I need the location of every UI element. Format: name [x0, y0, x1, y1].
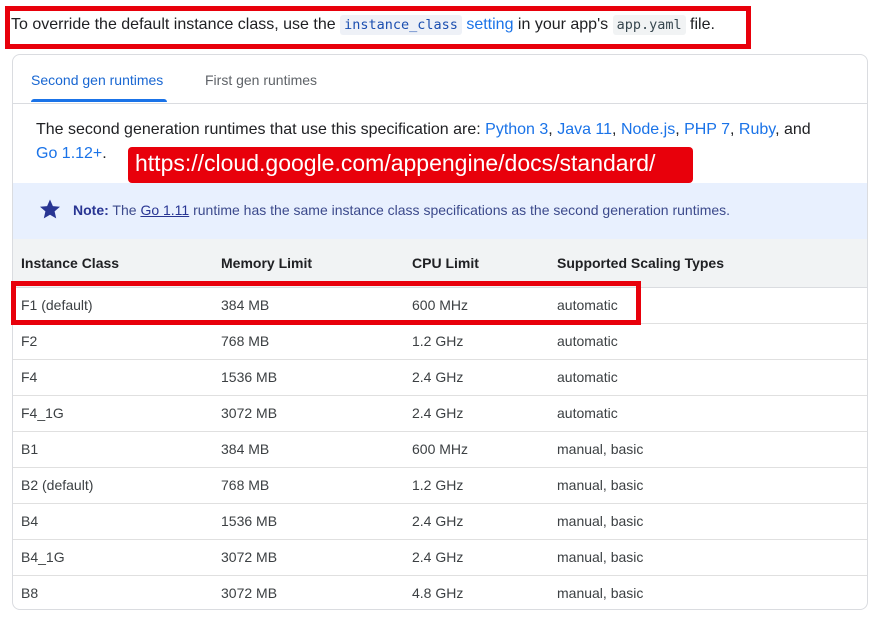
cell-memory-limit: 384 MB	[213, 431, 404, 468]
table-row: B1 384 MB 600 MHz manual, basic	[13, 431, 867, 468]
go-111-link[interactable]: Go 1.11	[140, 202, 189, 218]
table-body: F1 (default) 384 MB 600 MHz automatic F2 768 …	[13, 287, 867, 609]
table-row: F1 (default) 384 MB 600 MHz automatic	[13, 287, 867, 324]
table-header-row: Instance Class Memory Limit CPU Limit Su…	[13, 239, 867, 288]
header-instance-class: Instance Class	[13, 239, 213, 288]
tab-first-gen-runtimes[interactable]: First gen runtimes	[205, 55, 317, 103]
table-row: B4 1536 MB 2.4 GHz manual, basic	[13, 503, 867, 540]
table-row: B4_1G 3072 MB 2.4 GHz manual, basic	[13, 539, 867, 576]
table-row: B8 3072 MB 4.8 GHz manual, basic	[13, 575, 867, 609]
cell-instance-class: F4	[13, 359, 213, 396]
cell-cpu-limit: 2.4 GHz	[404, 395, 549, 432]
table-row: F4_1G 3072 MB 2.4 GHz automatic	[13, 395, 867, 432]
cell-instance-class: F1 (default)	[13, 287, 213, 324]
intro-prefix: To override the default instance class, …	[11, 16, 341, 33]
cell-instance-class: B4_1G	[13, 539, 213, 576]
cell-instance-class: F2	[13, 323, 213, 360]
cell-scaling-types: automatic	[549, 287, 867, 324]
cell-instance-class: F4_1G	[13, 395, 213, 432]
cell-instance-class: B1	[13, 431, 213, 468]
runtime-link-java11[interactable]: Java 11	[557, 121, 612, 138]
cell-scaling-types: automatic	[549, 359, 867, 396]
cell-cpu-limit: 2.4 GHz	[404, 503, 549, 540]
cell-instance-class: B8	[21, 585, 39, 601]
cell-memory-limit: 768 MB	[213, 323, 404, 360]
instance-class-table: Instance Class Memory Limit CPU Limit Su…	[13, 239, 867, 609]
note-text: Note: The Go 1.11 runtime has the same i…	[73, 202, 731, 218]
cell-memory-limit: 3072 MB	[213, 539, 404, 576]
cell-cpu-limit: 2.4 GHz	[404, 359, 549, 396]
cell-cpu-limit: 600 MHz	[404, 287, 549, 324]
runtime-tabs-card: Second gen runtimes First gen runtimes T…	[12, 54, 868, 610]
runtime-link-go[interactable]: Go 1.12+	[36, 145, 102, 162]
cell-instance-class: B2 (default)	[13, 467, 213, 504]
cell-cpu-limit: 1.2 GHz	[404, 467, 549, 504]
cell-memory-limit: 3072 MB	[213, 395, 404, 432]
intro-paragraph: To override the default instance class, …	[11, 14, 715, 36]
cell-memory-limit: 1536 MB	[213, 359, 404, 396]
cell-cpu-limit: 600 MHz	[404, 431, 549, 468]
runtime-link-php7[interactable]: PHP 7	[684, 121, 730, 138]
intro-suffix: file.	[685, 16, 715, 33]
runtime-link-nodejs[interactable]: Node.js	[621, 121, 675, 138]
app-yaml-code: app.yaml	[612, 15, 686, 35]
instance-class-code: instance_class	[340, 15, 462, 35]
cell-scaling-types: manual, basic	[549, 539, 867, 576]
tab-second-gen-runtimes[interactable]: Second gen runtimes	[31, 55, 163, 103]
cell-scaling-types: manual, basic	[557, 585, 644, 601]
url-annotation-banner: https://cloud.google.com/appengine/docs/…	[128, 147, 693, 183]
note-label: Note:	[73, 202, 109, 218]
table-row: F4 1536 MB 2.4 GHz automatic	[13, 359, 867, 396]
cell-scaling-types: manual, basic	[549, 467, 867, 504]
header-memory-limit: Memory Limit	[213, 239, 404, 288]
cell-scaling-types: automatic	[549, 323, 867, 360]
cell-cpu-limit: 2.4 GHz	[404, 539, 549, 576]
cell-memory-limit: 3072 MB	[221, 585, 278, 601]
table-row: F2 768 MB 1.2 GHz automatic	[13, 323, 867, 360]
cell-memory-limit: 1536 MB	[213, 503, 404, 540]
note-box: Note: The Go 1.11 runtime has the same i…	[13, 183, 867, 239]
desc-prefix: The second generation runtimes that use …	[36, 121, 486, 138]
star-icon	[40, 199, 60, 219]
runtime-link-python3[interactable]: Python 3	[485, 121, 548, 138]
cell-cpu-limit: 1.2 GHz	[404, 323, 549, 360]
cell-instance-class: B4	[13, 503, 213, 540]
setting-link[interactable]: setting	[466, 16, 513, 33]
cell-scaling-types: manual, basic	[549, 431, 867, 468]
header-cpu-limit: CPU Limit	[404, 239, 549, 288]
header-scaling-types: Supported Scaling Types	[549, 239, 867, 288]
table-row: B2 (default) 768 MB 1.2 GHz manual, basic	[13, 467, 867, 504]
docs-page: To override the default instance class, …	[0, 0, 896, 628]
cell-memory-limit: 768 MB	[213, 467, 404, 504]
tab-bar: Second gen runtimes First gen runtimes	[13, 55, 867, 104]
cell-scaling-types: manual, basic	[549, 503, 867, 540]
active-tab-indicator	[31, 99, 167, 102]
intro-middle: in your app's	[513, 16, 613, 33]
cell-memory-limit: 384 MB	[213, 287, 404, 324]
cell-cpu-limit: 4.8 GHz	[412, 585, 464, 601]
runtime-link-ruby[interactable]: Ruby	[739, 121, 775, 138]
cell-scaling-types: automatic	[549, 395, 867, 432]
